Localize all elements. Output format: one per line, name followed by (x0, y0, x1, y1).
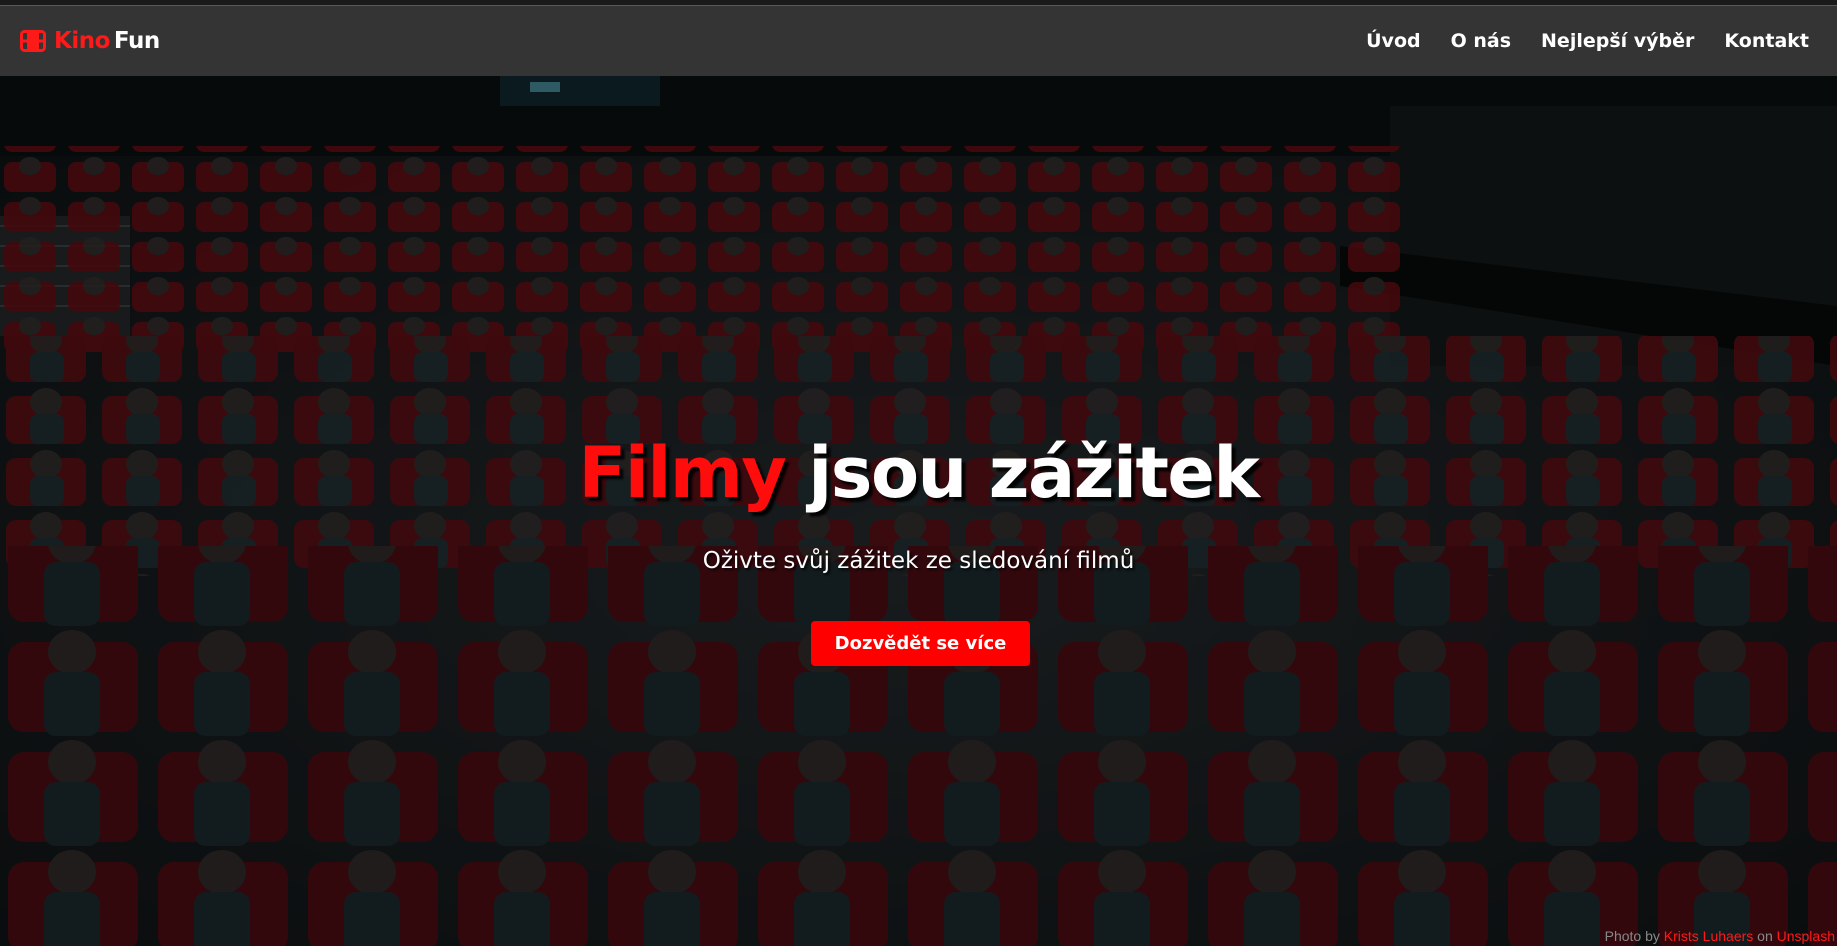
learn-more-button[interactable]: Dozvědět se více (811, 621, 1030, 666)
hero-title-rest: jsou zážitek (808, 432, 1260, 514)
nav-menu: Úvod O nás Nejlepší výběr Kontakt (1366, 30, 1809, 52)
hero-subtitle: Oživte svůj zážitek ze sledování filmů (702, 548, 1135, 574)
brand-name-fun: Fun (113, 28, 160, 54)
credit-site-link[interactable]: Unsplash (1777, 928, 1835, 944)
brand-name-kino: Kino (54, 28, 110, 54)
hero-title: Filmy jsou zážitek (0, 432, 1837, 514)
nav-link-o-nas[interactable]: O nás (1451, 30, 1511, 52)
hero-title-accent: Filmy (578, 432, 787, 514)
nav-link-kontakt[interactable]: Kontakt (1724, 30, 1809, 52)
nav-link-nejlepsi-vyber[interactable]: Nejlepší výběr (1541, 30, 1694, 52)
nav-link-uvod[interactable]: Úvod (1366, 30, 1420, 52)
credit-on: on (1757, 928, 1773, 944)
photo-credit: Photo by Krists Luhaers on Unsplash (1605, 928, 1835, 944)
credit-author-link[interactable]: Krists Luhaers (1664, 928, 1753, 944)
film-icon (20, 30, 46, 52)
hero-content: Filmy jsou zážitek Oživte svůj zážitek z… (0, 76, 1837, 946)
brand-logo[interactable]: Kino Fun (20, 28, 160, 54)
navbar: Kino Fun Úvod O nás Nejlepší výběr Kontak… (0, 6, 1837, 76)
credit-prefix: Photo by (1604, 928, 1660, 944)
hero-section: Filmy jsou zážitek Oživte svůj zážitek z… (0, 76, 1837, 946)
